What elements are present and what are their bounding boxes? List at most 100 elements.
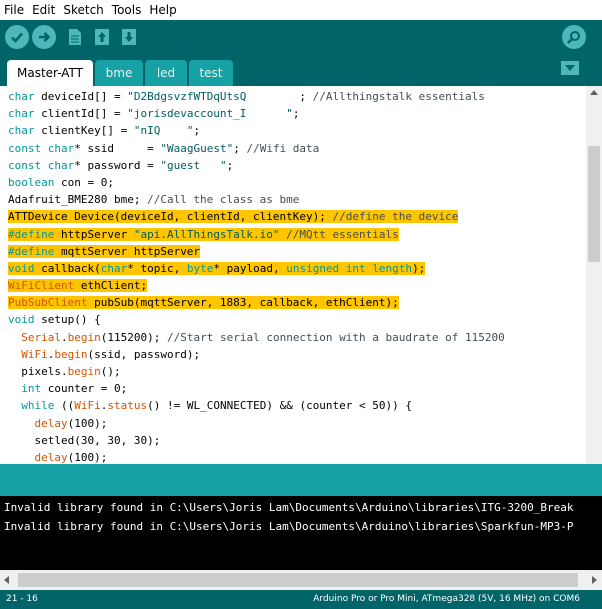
open-icon bbox=[95, 29, 109, 45]
code-token: //Call the class as bme bbox=[147, 193, 300, 207]
code-line: #define httpServer "api.AllThingsTalk.io… bbox=[8, 226, 505, 243]
scroll-up-arrow-icon[interactable] bbox=[590, 90, 598, 95]
code-line: setled(30, 30, 30); bbox=[8, 432, 505, 449]
cursor-position: 21 - 16 bbox=[6, 594, 38, 604]
serial-monitor-button[interactable] bbox=[562, 25, 586, 49]
code-token: ); bbox=[412, 261, 426, 275]
code-line: Adafruit_BME280 bme; //Call the class as… bbox=[8, 191, 505, 208]
code-token: * payload, bbox=[213, 261, 287, 275]
scroll-right-arrow-icon[interactable] bbox=[592, 576, 597, 584]
code-token: (ssid, password); bbox=[87, 347, 201, 361]
code-token: //MQtt essentials bbox=[286, 227, 399, 241]
redacted-text bbox=[246, 105, 287, 123]
console-horizontal-scrollbar[interactable] bbox=[0, 570, 602, 590]
code-line: char deviceId[] = "D2BdgsvzfWTDqUtsQ ; /… bbox=[8, 88, 505, 106]
toolbar bbox=[0, 20, 602, 54]
scroll-left-arrow-icon[interactable] bbox=[4, 576, 9, 584]
tab-menu-button[interactable] bbox=[561, 61, 579, 75]
code-token: (( bbox=[54, 399, 75, 413]
code-text: WiFi.begin(ssid, password); bbox=[8, 348, 200, 361]
highlighted-code: WiFiClient ethClient; bbox=[8, 279, 148, 293]
highlighted-code: PubSubClient pubSub(mqttServer, 1883, ca… bbox=[8, 296, 399, 310]
code-token: WiFi bbox=[74, 399, 101, 413]
tab-master-att[interactable]: Master-ATT bbox=[7, 60, 93, 86]
code-token: unsigned bbox=[286, 261, 340, 275]
menu-sketch[interactable]: Sketch bbox=[59, 3, 107, 17]
code-token: length bbox=[372, 261, 413, 275]
code-text: Adafruit_BME280 bme; //Call the class as… bbox=[8, 193, 299, 206]
menu-file[interactable]: File bbox=[0, 3, 28, 17]
highlighted-code: #define httpServer "api.AllThingsTalk.io… bbox=[8, 227, 399, 241]
scroll-thumb[interactable] bbox=[588, 146, 600, 262]
code-line: boolean con = 0; bbox=[8, 174, 505, 191]
tab-bme[interactable]: bme bbox=[95, 60, 143, 86]
code-line: while ((WiFi.status() != WL_CONNECTED) &… bbox=[8, 397, 505, 414]
code-token: httpServer bbox=[54, 227, 134, 241]
message-area bbox=[0, 464, 602, 496]
code-token: while bbox=[21, 399, 55, 413]
code-token: (100); bbox=[67, 450, 108, 464]
code-token: ; bbox=[226, 158, 234, 172]
code-text: delay(100); bbox=[8, 416, 108, 430]
code-text: const char* password = "guest "; bbox=[8, 156, 234, 174]
code-text: void setup() { bbox=[8, 313, 101, 326]
code-token: (100); bbox=[67, 416, 108, 430]
code-token: void bbox=[8, 313, 35, 327]
verify-button[interactable] bbox=[5, 25, 29, 49]
code-token: char bbox=[8, 124, 35, 138]
editor-vertical-scrollbar[interactable] bbox=[586, 86, 602, 464]
code-token: delay bbox=[34, 450, 68, 464]
code-token: callback( bbox=[34, 261, 101, 275]
code-line: int counter = 0; bbox=[8, 380, 505, 397]
code-text: boolean con = 0; bbox=[8, 176, 114, 189]
code-line: delay(100); bbox=[8, 449, 505, 464]
code-token: "api.AllThingsTalk.io" bbox=[133, 227, 280, 241]
board-info: Arduino Pro or Pro Mini, ATmega328 (5V, … bbox=[313, 594, 580, 604]
save-button[interactable] bbox=[118, 25, 140, 49]
new-button[interactable] bbox=[64, 25, 86, 49]
code-line: const char* password = "guest "; bbox=[8, 156, 505, 174]
code-token: begin bbox=[67, 365, 101, 378]
code-token: pubSub(mqttServer, 1883, callback, ethCl… bbox=[87, 296, 399, 310]
code-token: begin bbox=[67, 330, 101, 344]
menu-edit[interactable]: Edit bbox=[28, 3, 59, 17]
code-line: PubSubClient pubSub(mqttServer, 1883, ca… bbox=[8, 294, 505, 311]
code-line: pixels.begin(); bbox=[8, 363, 505, 380]
code-token: char bbox=[47, 158, 75, 172]
menu-help[interactable]: Help bbox=[145, 3, 180, 17]
code-text: char clientKey[] = "nIQ "; bbox=[8, 122, 200, 140]
redacted-text bbox=[246, 88, 300, 106]
code-text: setled(30, 30, 30); bbox=[8, 434, 160, 447]
code-line: #define mqttServer httpServer bbox=[8, 243, 505, 260]
tab-test[interactable]: test bbox=[189, 60, 233, 86]
code-token: (); bbox=[100, 365, 121, 378]
code-token: void bbox=[8, 261, 35, 275]
highlighted-code: ATTDevice Device(deviceId, clientId, cli… bbox=[8, 210, 459, 224]
code-token: . bbox=[61, 330, 68, 344]
code-token: () != WL_CONNECTED) && (counter < 50)) { bbox=[147, 399, 413, 413]
code-token: ethClient; bbox=[74, 279, 148, 293]
code-token: deviceId[] = bbox=[34, 90, 128, 103]
code-token: PubSubClient bbox=[8, 296, 88, 310]
code-token: "guest bbox=[160, 158, 201, 172]
code-token: //define the device bbox=[332, 210, 459, 224]
highlighted-code: #define mqttServer httpServer bbox=[8, 244, 201, 258]
redacted-text bbox=[160, 122, 187, 140]
code-text: Serial.begin(115200); //Start serial con… bbox=[8, 331, 505, 344]
code-token: "jorisdevaccount_I bbox=[127, 107, 247, 121]
tab-led[interactable]: led bbox=[145, 60, 187, 86]
code-token: "WaagGuest" bbox=[160, 141, 234, 155]
code-token: #define bbox=[8, 244, 55, 258]
code-editor[interactable]: char deviceId[] = "D2BdgsvzfWTDqUtsQ ; /… bbox=[0, 86, 586, 464]
scroll-thumb[interactable] bbox=[18, 573, 578, 587]
code-token: char bbox=[8, 107, 35, 121]
menu-tools[interactable]: Tools bbox=[108, 3, 146, 17]
open-button[interactable] bbox=[91, 25, 113, 49]
code-token: //Wifi data bbox=[246, 141, 320, 155]
code-token: " bbox=[219, 158, 227, 172]
upload-button[interactable] bbox=[32, 25, 56, 49]
